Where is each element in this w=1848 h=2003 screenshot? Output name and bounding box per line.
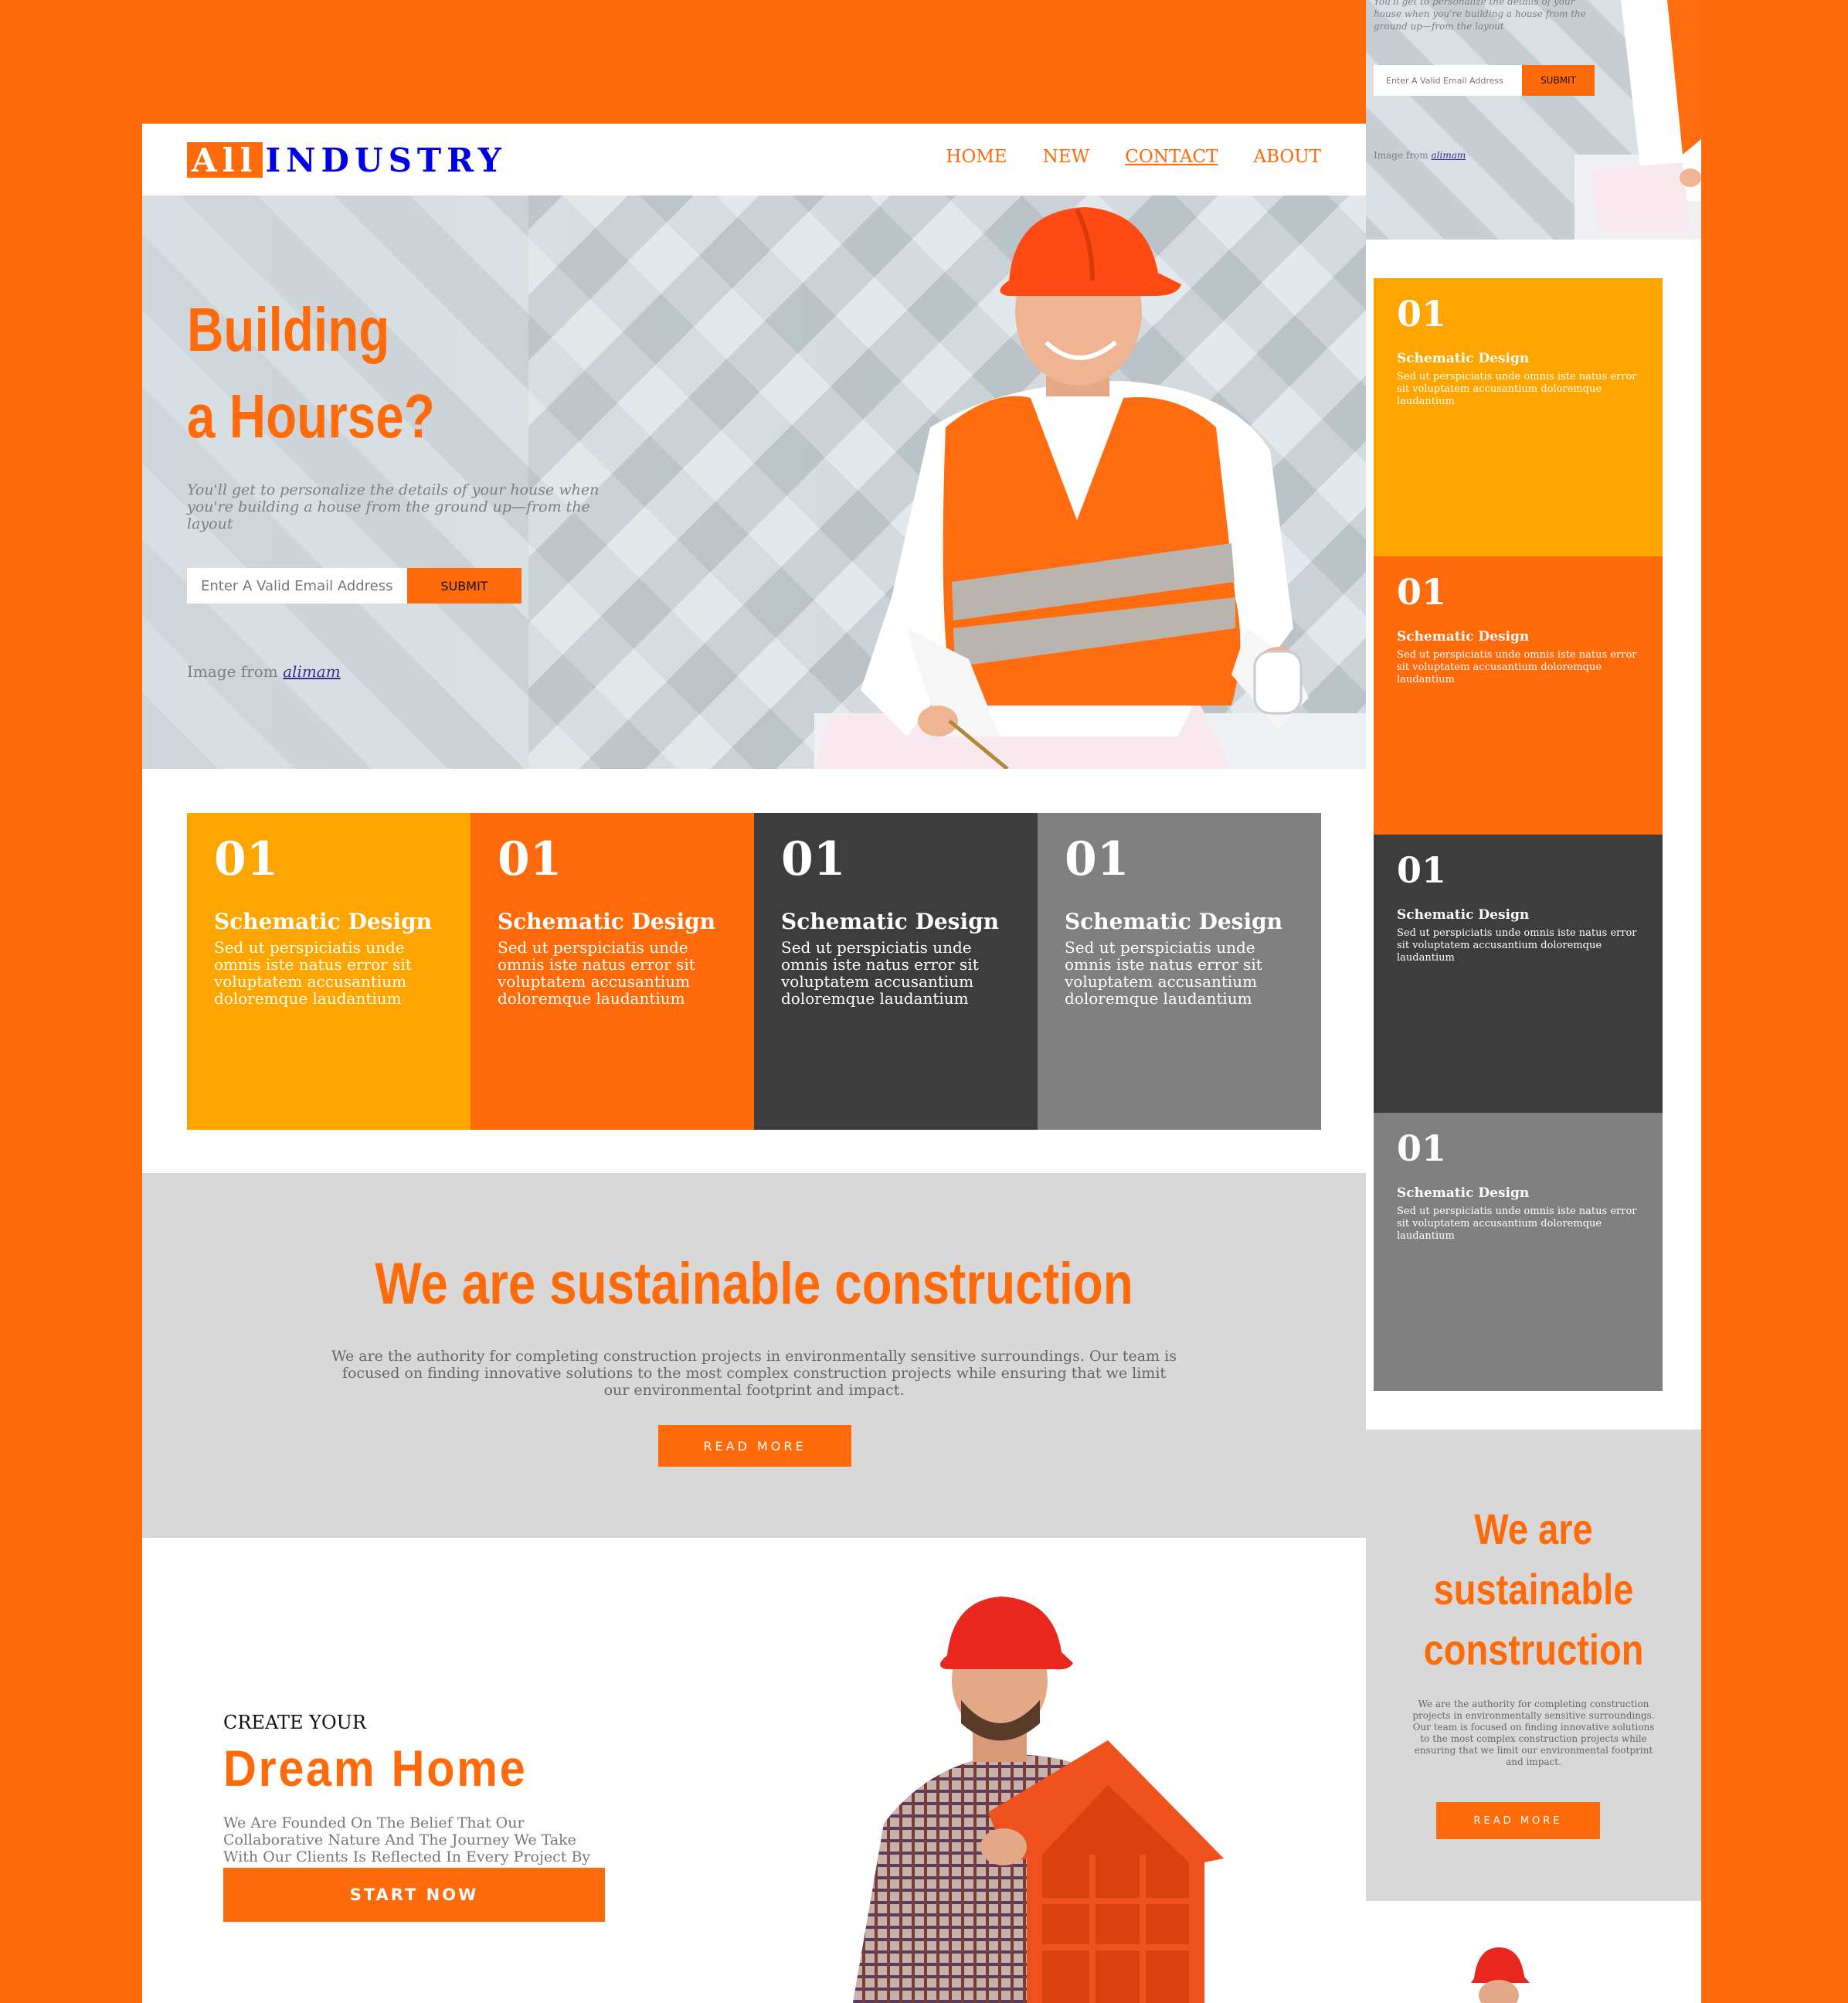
mobile-hero-subtitle: You'll get to personalize the details of… xyxy=(1374,0,1586,32)
mobile-card-number: 01 xyxy=(1397,1127,1447,1169)
sustainable-section: We are sustainable construction We are t… xyxy=(142,1173,1366,1538)
sustainable-text: We are the authority for completing cons… xyxy=(331,1348,1177,1399)
logo-all: All xyxy=(187,141,263,179)
mobile-credit-link[interactable]: alimam xyxy=(1431,150,1466,161)
card-text: Sed ut perspiciatis unde omnis iste natu… xyxy=(214,938,412,1008)
dream-title: Dream Home xyxy=(223,1739,528,1797)
card-text: Sed ut perspiciatis unde omnis iste natu… xyxy=(498,938,695,1008)
card-title: Schematic Design xyxy=(214,909,433,934)
mobile-card-title: Schematic Design xyxy=(1397,1185,1530,1201)
hero-title-line-2: a Hourse? xyxy=(187,382,435,451)
mobile-card-text: Sed ut perspiciatis unde omnis iste natu… xyxy=(1397,371,1637,407)
mobile-worker-helmet-image xyxy=(1471,1947,1530,2003)
mobile-card-title: Schematic Design xyxy=(1397,629,1530,644)
nav-contact[interactable]: CONTACT xyxy=(1125,147,1218,167)
nav-home[interactable]: HOME xyxy=(946,147,1007,167)
feature-cards: 01 Schematic Design Sed ut perspiciatis … xyxy=(187,813,1321,1130)
mobile-card-title: Schematic Design xyxy=(1397,351,1530,366)
feature-card: 01 Schematic Design Sed ut perspiciatis … xyxy=(187,813,470,1130)
mobile-card-number: 01 xyxy=(1397,571,1447,613)
feature-card: 01 Schematic Design Sed ut perspiciatis … xyxy=(1038,813,1321,1130)
hero-title-line-1: Building xyxy=(187,295,390,364)
hero-signup-form: SUBMIT xyxy=(187,568,521,604)
logo-industry: INDUSTRY xyxy=(265,141,507,179)
logo[interactable]: All INDUSTRY xyxy=(187,141,507,179)
hero-submit-button[interactable]: SUBMIT xyxy=(407,568,521,604)
hero-section: Building a Hourse? You'll get to persona… xyxy=(142,196,1366,769)
card-title: Schematic Design xyxy=(1065,909,1283,934)
desktop-page: All INDUSTRY HOME NEW CONTACT ABOUT Buil… xyxy=(142,124,1366,2003)
feature-card: 01 Schematic Design Sed ut perspiciatis … xyxy=(470,813,754,1130)
card-number: 01 xyxy=(781,832,846,886)
mobile-credit-prefix: Image from xyxy=(1374,150,1428,161)
credit-prefix: Image from xyxy=(187,662,278,681)
mobile-image-credit: Image from alimam xyxy=(1374,150,1466,161)
dream-kicker: CREATE YOUR xyxy=(223,1712,366,1733)
card-number: 01 xyxy=(1065,832,1130,886)
mobile-card-text: Sed ut perspiciatis unde omnis iste natu… xyxy=(1397,649,1637,685)
mobile-card-number: 01 xyxy=(1397,849,1447,891)
dream-home-section: CREATE YOUR Dream Home We Are Founded On… xyxy=(142,1538,1366,2003)
mobile-email-input[interactable] xyxy=(1374,65,1522,96)
mobile-sustainable-section: We are sustainable construction We are t… xyxy=(1366,1430,1701,1901)
mobile-hero: You'll get to personalize the details of… xyxy=(1366,0,1701,240)
mobile-hero-inner: You'll get to personalize the details of… xyxy=(1366,0,1701,240)
credit-link[interactable]: alimam xyxy=(283,662,341,681)
hero-image-credit: Image from alimam xyxy=(187,662,341,681)
card-text: Sed ut perspiciatis unde omnis iste natu… xyxy=(1065,938,1262,1008)
worker-with-house-image xyxy=(853,1597,1224,2003)
feature-card: 01 Schematic Design Sed ut perspiciatis … xyxy=(754,813,1038,1130)
mobile-read-more-button[interactable]: READ MORE xyxy=(1436,1802,1600,1839)
mobile-card-text: Sed ut perspiciatis unde omnis iste natu… xyxy=(1397,1206,1637,1242)
mobile-feature-card: 01 Schematic Design Sed ut perspiciatis … xyxy=(1374,278,1663,556)
mobile-signup-form: SUBMIT xyxy=(1374,65,1595,96)
card-title: Schematic Design xyxy=(781,909,1000,934)
mobile-feature-card: 01 Schematic Design Sed ut perspiciatis … xyxy=(1374,835,1663,1113)
mobile-worker-image xyxy=(1575,0,1701,240)
mobile-page: You'll get to personalize the details of… xyxy=(1366,0,1701,2003)
mobile-feature-card: 01 Schematic Design Sed ut perspiciatis … xyxy=(1374,556,1663,835)
main-nav: HOME NEW CONTACT ABOUT xyxy=(946,147,1321,167)
hero-title: Building a Hourse? xyxy=(187,287,435,460)
mobile-card-title: Schematic Design xyxy=(1397,907,1530,923)
card-text: Sed ut perspiciatis unde omnis iste natu… xyxy=(781,938,979,1008)
card-number: 01 xyxy=(214,832,279,886)
nav-new[interactable]: NEW xyxy=(1043,147,1090,167)
nav-about[interactable]: ABOUT xyxy=(1253,147,1321,167)
mobile-feature-card: 01 Schematic Design Sed ut perspiciatis … xyxy=(1374,1113,1663,1391)
mobile-sustainable-text: We are the authority for completing cons… xyxy=(1412,1699,1655,1767)
sustainable-title: We are sustainable construction xyxy=(375,1251,1133,1317)
navbar: All INDUSTRY HOME NEW CONTACT ABOUT xyxy=(142,124,1366,196)
hero-email-input[interactable] xyxy=(187,568,407,604)
start-now-button[interactable]: START NOW xyxy=(223,1868,605,1922)
hero-worker-image xyxy=(814,207,1366,769)
read-more-button[interactable]: READ MORE xyxy=(658,1425,851,1467)
hero-subtitle: You'll get to personalize the details of… xyxy=(187,481,600,532)
mobile-sustainable-title: We are sustainable construction xyxy=(1423,1505,1644,1674)
mobile-card-number: 01 xyxy=(1397,293,1447,335)
card-number: 01 xyxy=(498,832,562,886)
card-title: Schematic Design xyxy=(498,909,716,934)
mobile-card-text: Sed ut perspiciatis unde omnis iste natu… xyxy=(1397,927,1637,964)
mobile-feature-cards: 01 Schematic Design Sed ut perspiciatis … xyxy=(1374,278,1663,1391)
